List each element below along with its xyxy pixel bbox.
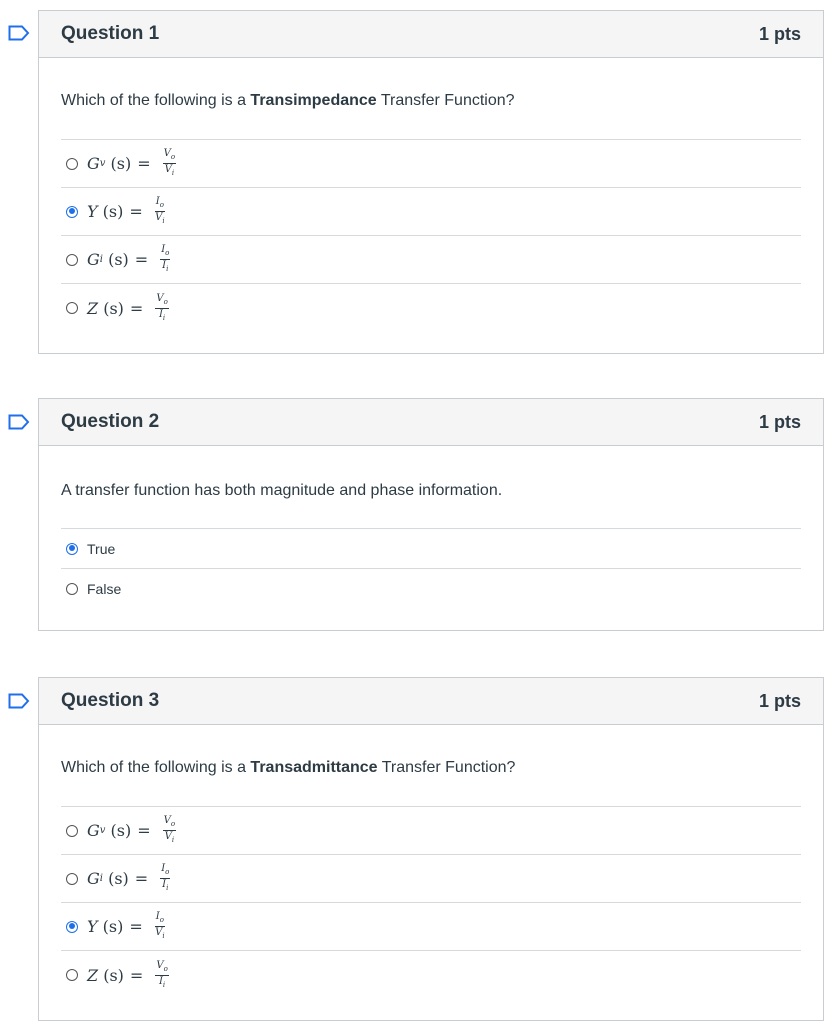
question-points: 1 pts [758, 411, 801, 432]
question-header: Question 2 1 pts [39, 399, 823, 446]
radio-button[interactable] [66, 969, 78, 981]
radio-button[interactable] [66, 583, 78, 595]
answer-option[interactable]: Gi (s) = Io Ii [61, 855, 801, 903]
question-title: Question 1 [61, 23, 160, 44]
radio-button-selected[interactable] [66, 920, 78, 933]
question-3: Question 3 1 pts Which of the following … [38, 677, 824, 1021]
answer-formula: Gi (s) = Io Ii [87, 244, 171, 273]
answer-formula: Z (s) = Vo Ii [87, 959, 169, 989]
flag-question-3-icon[interactable] [8, 693, 30, 709]
radio-button[interactable] [66, 824, 78, 837]
question-text: Which of the following is a Transadmitta… [61, 725, 801, 806]
question-text-bold: Transadmittance [250, 759, 378, 776]
answer-option[interactable]: Z (s) = Vo Ii [61, 284, 801, 332]
radio-button-selected[interactable] [66, 542, 78, 555]
radio-button-selected[interactable] [66, 205, 78, 218]
question-text-part: Transfer Function? [377, 759, 516, 776]
question-title: Question 2 [61, 411, 160, 432]
answer-list: Gv (s) = Vo Vi Y (s) = Io Vi Gi (s) = Io Ii Z (s)… [61, 139, 801, 332]
radio-button[interactable] [66, 157, 78, 170]
answer-formula: Gv (s) = Vo Vi [87, 148, 177, 177]
answer-option[interactable]: Gi (s) = Io Ii [61, 236, 801, 284]
answer-formula: Gv (s) = Vo Vi [87, 815, 177, 844]
question-points: 1 pts [758, 23, 801, 44]
question-header: Question 3 1 pts [39, 678, 823, 725]
question-points: 1 pts [758, 690, 801, 711]
question-2: Question 2 1 pts A transfer function has… [38, 398, 824, 631]
question-title: Question 3 [61, 690, 160, 711]
answer-option[interactable]: Z (s) = Vo Ii [61, 951, 801, 999]
answer-formula: Y (s) = Io Vi [87, 911, 165, 940]
question-body: Which of the following is a Transimpedan… [39, 58, 823, 332]
question-text-part: Which of the following is a [61, 759, 251, 776]
answer-list: True False [61, 528, 801, 609]
radio-button[interactable] [66, 872, 78, 885]
answer-option[interactable]: Y (s) = Io Vi [61, 188, 801, 236]
flag-question-1-icon[interactable] [8, 25, 30, 41]
radio-button[interactable] [66, 253, 78, 266]
answer-formula: Y (s) = Io Vi [87, 196, 165, 225]
flag-question-2-icon[interactable] [8, 414, 30, 430]
answer-option-true[interactable]: True [61, 529, 801, 569]
question-header: Question 1 1 pts [39, 11, 823, 58]
question-text-bold: Transimpedance [250, 92, 377, 109]
answer-option[interactable]: Y (s) = Io Vi [61, 903, 801, 951]
radio-button[interactable] [66, 302, 78, 314]
answer-label: True [87, 540, 116, 557]
question-text-part: Which of the following is a [61, 92, 251, 109]
question-body: Which of the following is a Transadmitta… [39, 725, 823, 999]
question-text: Which of the following is a Transimpedan… [61, 58, 801, 139]
answer-option[interactable]: Gv (s) = Vo Vi [61, 140, 801, 188]
answer-option-false[interactable]: False [61, 569, 801, 609]
answer-formula: Gi (s) = Io Ii [87, 863, 171, 892]
answer-formula: Z (s) = Vo Ii [87, 292, 169, 322]
question-1: Question 1 1 pts Which of the following … [38, 10, 824, 354]
answer-list: Gv (s) = Vo Vi Gi (s) = Io Ii Y (s) = Io Vi Z (s)… [61, 806, 801, 999]
question-text-part: Transfer Function? [376, 92, 515, 109]
answer-label: False [87, 581, 122, 597]
answer-option[interactable]: Gv (s) = Vo Vi [61, 807, 801, 855]
question-body: A transfer function has both magnitude a… [39, 446, 823, 609]
question-text: A transfer function has both magnitude a… [61, 482, 503, 499]
